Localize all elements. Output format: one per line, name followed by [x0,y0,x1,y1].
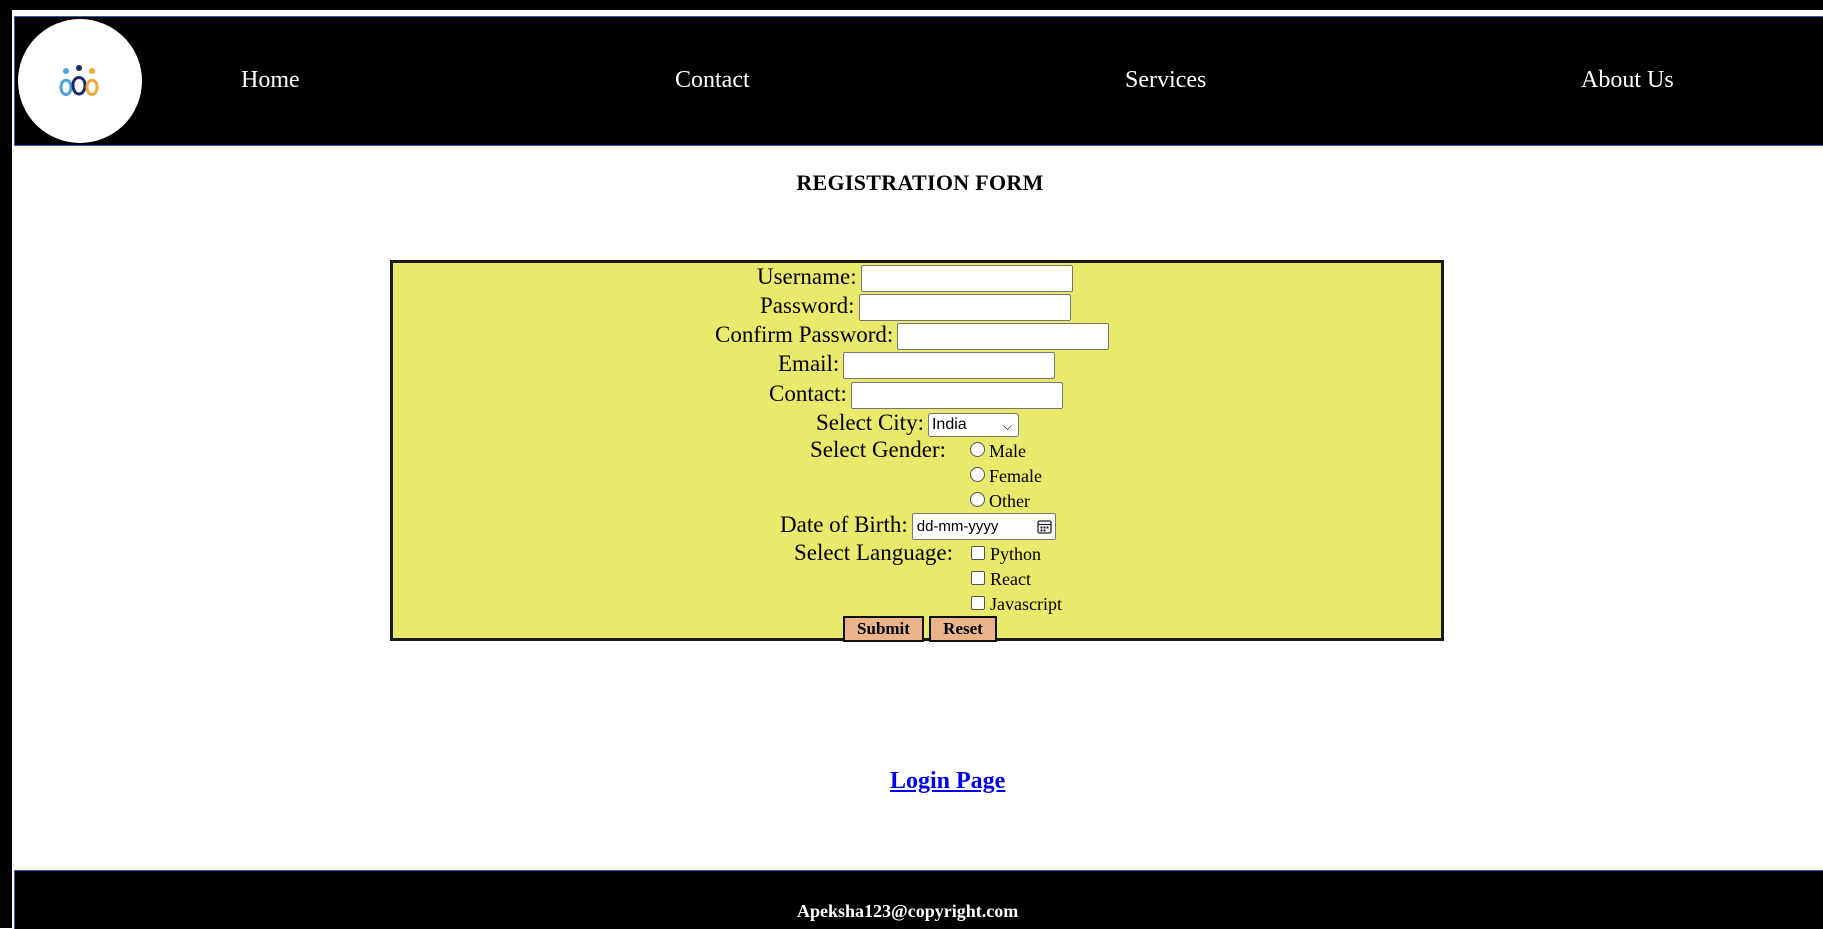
confirm-password-row: Confirm Password: [715,322,1110,351]
email-row: Email: [778,351,1056,380]
calendar-icon[interactable] [1037,519,1052,534]
language-option-javascript[interactable]: Javascript [971,594,1062,615]
password-row: Password: [760,293,1071,322]
username-label: Username: [757,264,857,289]
city-select[interactable]: India ⌵ [927,412,1019,437]
dob-input[interactable]: dd-mm-yyyy [911,513,1056,541]
city-selected-value: India [931,415,967,433]
gender-label: Select Gender: [810,437,947,462]
gender-option-male[interactable]: Male [970,441,1026,462]
gender-label-row: Select Gender: [810,437,946,463]
people-logo-icon [59,65,99,96]
submit-button[interactable]: Submit [843,616,924,642]
contact-input[interactable] [850,382,1063,410]
gender-other-label: Other [989,491,1030,511]
header-bar: Home Contact Services About Us [14,16,1823,146]
nav-services[interactable]: Services [1125,67,1206,94]
registration-form: Username: Password: Confirm Password: Em… [390,260,1444,642]
radio-female[interactable] [970,467,985,483]
footer-bar: Apeksha123@copyright.com [14,870,1823,929]
chevron-down-icon: ⌵ [1002,418,1012,433]
page-title: REGISTRATION FORM [796,170,1044,195]
gender-male-label: Male [989,441,1026,461]
password-label: Password: [760,293,855,318]
gender-option-other[interactable]: Other [970,491,1030,512]
left-border [0,0,12,928]
footer-copyright: Apeksha123@copyright.com [797,901,1019,921]
checkbox-python[interactable] [971,545,985,560]
checkbox-react[interactable] [971,570,985,585]
nav-about-us[interactable]: About Us [1581,67,1674,94]
login-page-link[interactable]: Login Page [890,768,1005,795]
language-javascript-label: Javascript [990,594,1062,614]
dob-row: Date of Birth: dd-mm-yyyy [780,512,1056,541]
email-input[interactable] [843,352,1056,380]
gender-option-female[interactable]: Female [970,466,1042,487]
radio-male[interactable] [970,442,985,458]
city-label: Select City: [816,410,924,435]
dob-placeholder: dd-mm-yyyy [916,518,999,536]
city-row: Select City: India ⌵ [816,410,1019,437]
password-input[interactable] [858,294,1071,322]
radio-other[interactable] [970,492,985,508]
gender-female-label: Female [989,466,1042,486]
confirm-password-input[interactable] [897,323,1110,351]
contact-label: Contact: [769,381,847,406]
username-row: Username: [757,264,1073,293]
language-python-label: Python [990,544,1042,564]
language-react-label: React [990,569,1031,589]
dob-label: Date of Birth: [780,512,908,537]
reset-button[interactable]: Reset [929,616,997,642]
nav-home[interactable]: Home [241,67,300,94]
language-option-python[interactable]: Python [971,544,1041,565]
username-input[interactable] [860,265,1073,293]
top-border [0,0,1823,10]
logo[interactable] [18,19,142,143]
nav-contact[interactable]: Contact [675,67,750,94]
language-option-react[interactable]: React [971,569,1031,590]
language-label: Select Language: [794,540,954,565]
contact-row: Contact: [769,381,1063,410]
confirm-password-label: Confirm Password: [715,322,894,347]
email-label: Email: [778,351,840,376]
checkbox-javascript[interactable] [971,595,985,610]
language-label-row: Select Language: [794,540,953,566]
